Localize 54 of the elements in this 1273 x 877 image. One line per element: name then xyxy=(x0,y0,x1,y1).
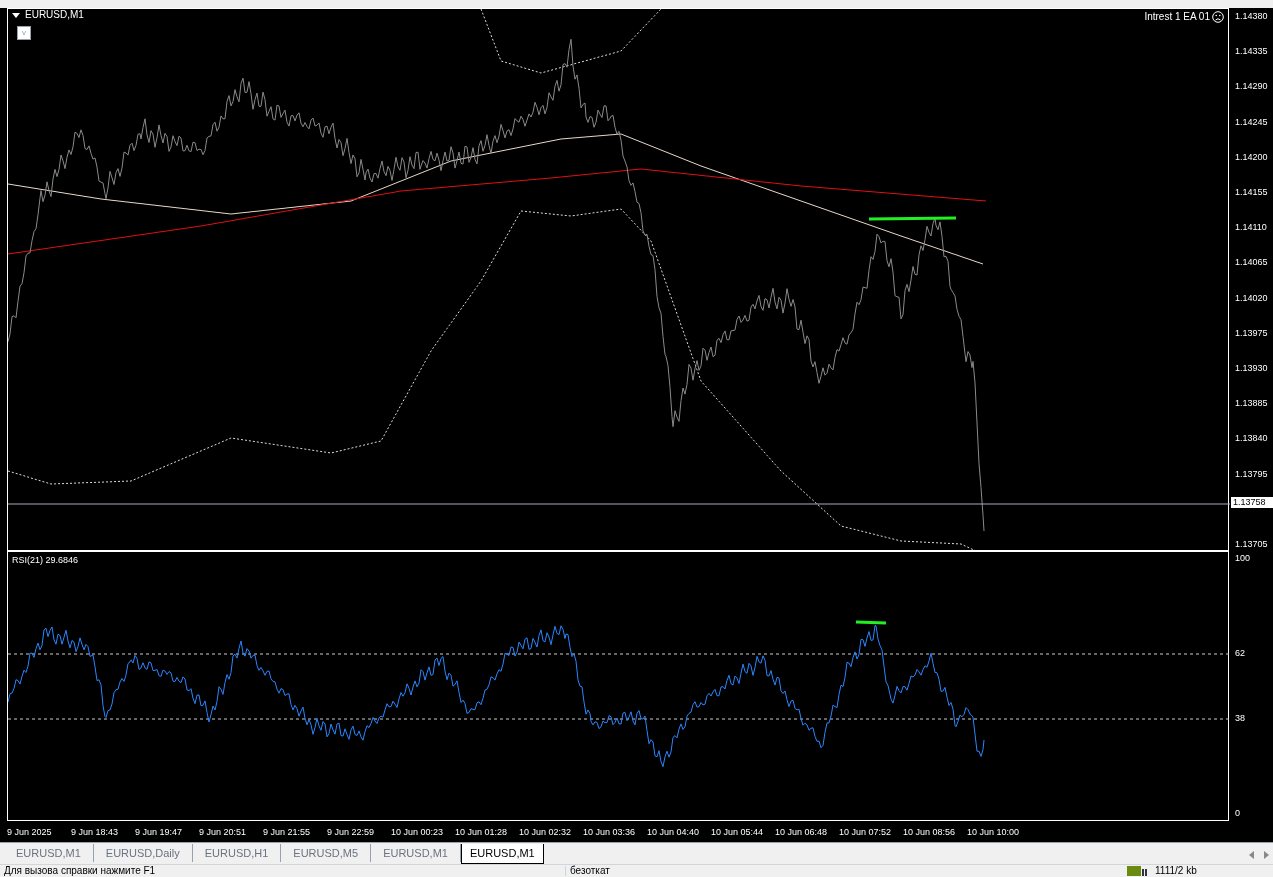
time-tick: 9 Jun 20:51 xyxy=(199,827,248,837)
time-tick: 10 Jun 00:23 xyxy=(391,827,445,837)
one-click-button[interactable]: v xyxy=(17,26,31,40)
scroll-left-icon[interactable] xyxy=(1249,851,1254,859)
price-tick: 1.14155 xyxy=(1235,188,1268,197)
price-tick: 1.14380 xyxy=(1235,12,1268,21)
time-tick: 10 Jun 02:32 xyxy=(519,827,573,837)
time-tick: 9 Jun 18:43 xyxy=(71,827,120,837)
price-tick: 1.14335 xyxy=(1235,47,1268,57)
rsi-tick: 100 xyxy=(1235,554,1251,563)
connection-status: безоткат xyxy=(565,866,1125,876)
indicator-title: RSI(21) 29.6846 xyxy=(12,556,79,565)
time-tick: 9 Jun 2025 xyxy=(7,827,53,837)
time-tick: 9 Jun 22:59 xyxy=(327,827,376,837)
chart-tab[interactable]: EURUSD,M1 xyxy=(460,844,544,864)
time-tick: 10 Jun 06:48 xyxy=(775,827,829,837)
traffic-counter: 1111/2 kb xyxy=(1154,866,1197,876)
price-tick: 1.13885 xyxy=(1235,399,1268,409)
expert-label: Intrest 1 EA 01 xyxy=(1144,12,1210,22)
chart-tab[interactable]: EURUSD,M1 xyxy=(4,844,94,862)
trend-marker xyxy=(855,620,887,625)
price-tick: 1.14065 xyxy=(1235,258,1268,268)
price-tick: 1.13975 xyxy=(1235,328,1268,338)
scroll-right-icon[interactable] xyxy=(1264,851,1269,859)
chart-tab[interactable]: EURUSD,H1 xyxy=(192,844,282,862)
chart-tab[interactable]: EURUSD,M5 xyxy=(281,844,372,862)
time-tick: 10 Jun 05:44 xyxy=(711,827,765,837)
chart-title: EURUSD,M1 xyxy=(25,10,84,20)
price-tick: 1.14110 xyxy=(1235,223,1267,233)
price-tick: 1.13795 xyxy=(1235,469,1268,479)
rsi-tick: 38 xyxy=(1235,714,1245,723)
time-tick: 10 Jun 03:36 xyxy=(583,827,637,837)
price-tick: 1.14290 xyxy=(1235,82,1268,92)
price-tick: 1.14020 xyxy=(1235,293,1268,303)
time-tick: 10 Jun 04:40 xyxy=(647,827,701,837)
chart-tab[interactable]: EURUSD,M1 xyxy=(371,844,461,862)
current-price-label: 1.13758 xyxy=(1231,497,1273,508)
time-tick: 10 Jun 07:52 xyxy=(839,827,893,837)
chart-tab[interactable]: EURUSD,Daily xyxy=(93,844,193,862)
time-tick: 10 Jun 01:28 xyxy=(455,827,509,837)
time-tick: 9 Jun 19:47 xyxy=(135,827,184,837)
price-tick: 1.13930 xyxy=(1235,364,1268,373)
collapse-triangle-icon[interactable] xyxy=(12,12,20,18)
sad-face-icon xyxy=(1212,11,1224,23)
rsi-tick: 0 xyxy=(1235,809,1240,818)
price-tick: 1.14245 xyxy=(1235,117,1268,127)
time-tick: 10 Jun 10:00 xyxy=(967,827,1021,837)
help-text: Для вызова справки нажмите F1 xyxy=(3,866,157,876)
price-tick: 1.14200 xyxy=(1235,152,1268,162)
time-tick: 9 Jun 21:55 xyxy=(263,827,312,837)
price-tick: 1.13840 xyxy=(1235,434,1268,444)
time-tick: 10 Jun 08:56 xyxy=(903,827,957,837)
rsi-tick: 62 xyxy=(1235,649,1245,658)
price-tick: 1.13705 xyxy=(1235,540,1268,549)
